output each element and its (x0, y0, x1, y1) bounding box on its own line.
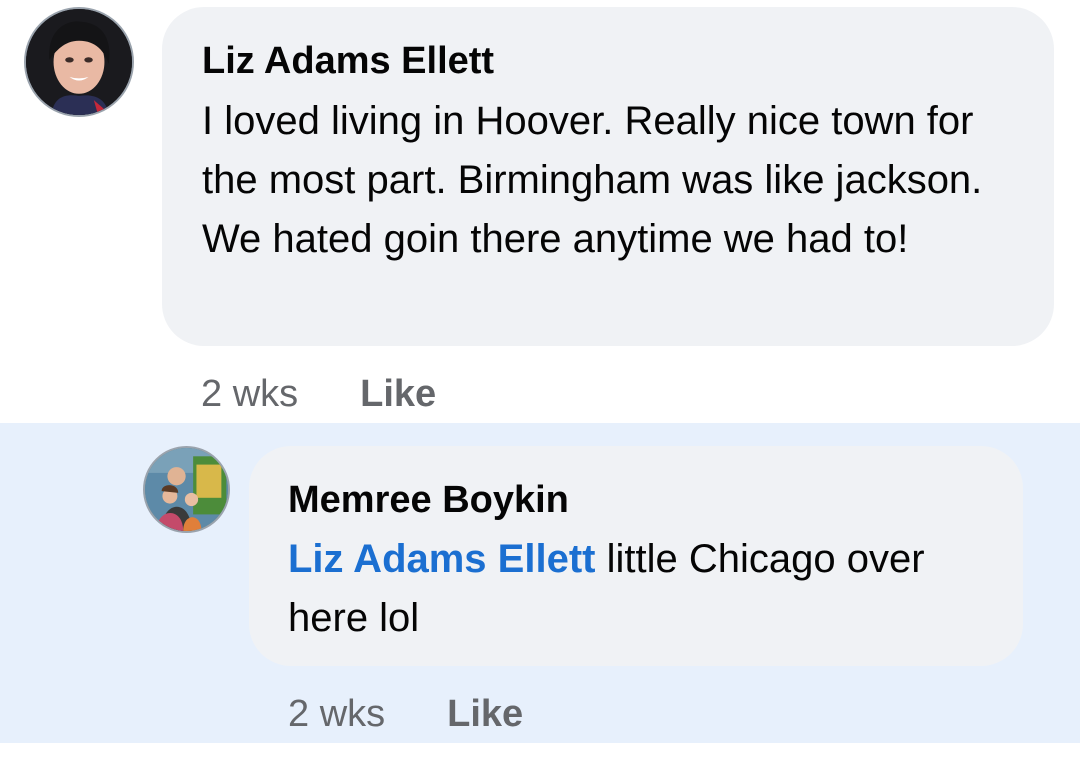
reply-text: Liz Adams Ellett little Chicago over her… (288, 530, 983, 648)
reply-author[interactable]: Memree Boykin (288, 478, 983, 522)
comment: Liz Adams Ellett I loved living in Hoove… (0, 0, 1080, 423)
avatar[interactable] (24, 7, 134, 117)
reply-like-button[interactable]: Like (447, 692, 523, 736)
comment-timestamp[interactable]: 2 wks (201, 372, 298, 416)
like-button[interactable]: Like (360, 372, 436, 416)
reply-timestamp[interactable]: 2 wks (288, 692, 385, 736)
comment-text: I loved living in Hoover. Really nice to… (202, 99, 983, 261)
mention-link[interactable]: Liz Adams Ellett (288, 537, 595, 581)
comment-author[interactable]: Liz Adams Ellett (202, 39, 1014, 83)
comment-actions: 2 wks Like (201, 372, 436, 416)
reply-avatar[interactable] (143, 446, 230, 533)
reply-bubble: Memree Boykin Liz Adams Ellett little Ch… (249, 446, 1023, 666)
comment-thread: Liz Adams Ellett I loved living in Hoove… (0, 0, 1080, 758)
comment-bubble: Liz Adams Ellett I loved living in Hoove… (162, 7, 1054, 346)
profile-photo (145, 448, 228, 531)
reply-actions: 2 wks Like (288, 692, 523, 736)
profile-photo (26, 9, 132, 115)
